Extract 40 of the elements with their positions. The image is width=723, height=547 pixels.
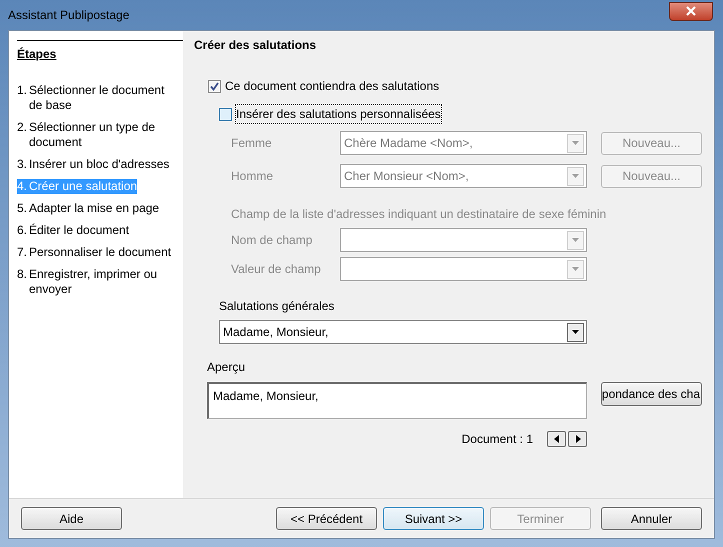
checkbox[interactable] [219,108,232,120]
preview-label: Aperçu [207,359,246,376]
step-item[interactable]: 1. Sélectionner le document de base [17,83,179,113]
checkbox-label[interactable]: Ce document contiendra des salutations [225,77,440,95]
field-note: Champ de la liste d'adresses indiquant un destinataire de sexe féminin [231,206,608,223]
step-item[interactable]: 7. Personnaliser le document [17,245,172,260]
combo-value: Madame, Monsieur, [223,324,328,341]
next-document-button[interactable] [568,431,587,447]
field-combo[interactable] [340,228,587,252]
step-item[interactable]: 3. Insérer un bloc d'adresses [17,157,170,172]
dialog-button[interactable]: Suivant >> [383,507,484,530]
previous-document-button[interactable] [547,431,566,447]
dialog-button[interactable]: Aide [21,507,122,530]
steps-heading: Étapes [17,46,58,63]
field-label: Nom de champ [231,232,314,249]
field-label: Homme [231,168,274,185]
step-item[interactable]: 2. Sélectionner un type de document [17,120,179,150]
close-icon [686,6,696,16]
field-mapping-button[interactable]: pondance des cha [601,382,702,406]
window-title: Assistant Publipostage [8,7,130,24]
combo-value: Cher Monsieur <Nom>, [344,168,469,185]
checkbox[interactable] [208,80,221,92]
step-item[interactable]: 5. Adapter la mise en page [17,201,160,216]
step-item[interactable]: 8. Enregistrer, imprimer ou envoyer [17,267,179,297]
step-item[interactable]: 6. Éditer le document [17,223,130,238]
field-combo[interactable] [340,257,587,281]
document-counter: Document : 1 [462,431,533,448]
checkbox-label[interactable]: Insérer des salutations personnalisées [236,105,441,123]
field-label: Valeur de champ [231,261,322,278]
dialog-button[interactable]: Annuler [601,507,702,530]
combo-value: Chère Madame <Nom>, [344,135,473,152]
general-salutation-label: Salutations générales [219,298,336,315]
general-salutation-combo[interactable]: Madame, Monsieur, [219,320,587,344]
right-arrow-icon [574,435,580,443]
close-button[interactable] [669,2,713,20]
left-arrow-icon [554,435,560,443]
preview-box: Madame, Monsieur, [207,382,587,419]
field-label: Femme [231,135,273,152]
dialog-button[interactable]: << Précédent [276,507,377,530]
section-title: Créer des salutations [194,37,318,54]
